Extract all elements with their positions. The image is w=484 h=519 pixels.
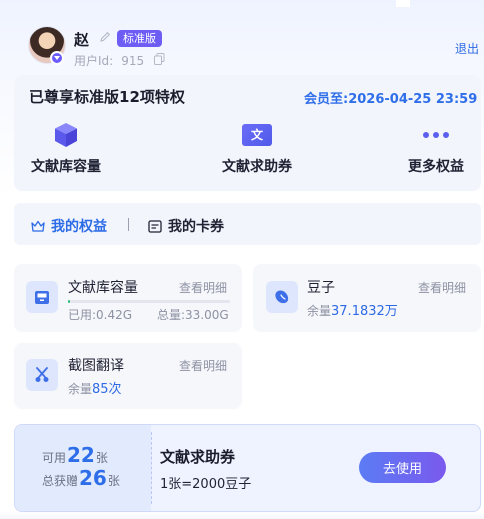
copy-icon[interactable] xyxy=(154,53,165,65)
bean-icon xyxy=(266,281,298,313)
user-id-label: 用户Id: xyxy=(74,54,114,68)
cube-icon xyxy=(55,123,77,147)
username: 赵 xyxy=(74,31,90,49)
coupon-description: 1张=2000豆子 xyxy=(160,477,252,492)
doc-coupon-icon: 文 xyxy=(242,124,272,146)
benefit-title: 截图翻译 xyxy=(68,358,124,374)
coupon-available: 可用22张 xyxy=(42,443,108,467)
privilege-doc-coupon[interactable]: 文 文献求助券 xyxy=(217,120,297,176)
coupon-gifted-value: 26 xyxy=(79,466,107,490)
privilege-label: 更多权益 xyxy=(408,159,464,175)
scissors-icon xyxy=(26,359,58,391)
more-dots-icon xyxy=(423,132,449,138)
view-detail-link-screenshot[interactable]: 查看明细 xyxy=(179,357,227,374)
library-used: 已用:0.42G xyxy=(68,308,133,322)
tab-label: 我的卡券 xyxy=(168,219,224,235)
coupon-available-value: 22 xyxy=(67,443,95,467)
coupon-gifted: 总获赠26张 xyxy=(42,466,120,490)
coupon-perforation xyxy=(151,432,152,504)
coupon-title: 文献求助券 xyxy=(160,448,236,466)
crown-icon xyxy=(31,220,45,232)
tab-my-benefits[interactable]: 我的权益 xyxy=(31,216,107,236)
tab-my-coupons[interactable]: 我的卡券 xyxy=(148,216,224,236)
benefit-title: 豆子 xyxy=(307,280,335,296)
coupon-gifted-unit: 张 xyxy=(107,474,120,488)
tab-label: 我的权益 xyxy=(51,219,107,235)
popover-caret xyxy=(396,0,410,7)
membership-expiry: 会员至:2026-04-25 23:59 xyxy=(304,92,478,107)
use-coupon-button[interactable]: 去使用 xyxy=(359,452,446,483)
coupon-available-unit: 张 xyxy=(95,451,108,465)
privilege-title: 已尊享标准版12项特权 xyxy=(29,88,185,106)
privilege-library-capacity[interactable]: 文献库容量 xyxy=(28,120,104,176)
beans-balance: 余量37.1832万 xyxy=(307,300,398,319)
user-id-value: 915 xyxy=(121,54,145,68)
edit-pencil-icon[interactable] xyxy=(98,30,112,44)
beans-balance-value: 37.1832万 xyxy=(331,304,398,319)
plan-badge: 标准版 xyxy=(117,30,162,47)
benefit-title: 文献库容量 xyxy=(68,280,138,296)
privilege-label: 文献库容量 xyxy=(31,159,101,175)
library-usage-fill xyxy=(68,300,71,303)
beans-balance-label: 余量 xyxy=(307,304,332,318)
privilege-more[interactable]: 更多权益 xyxy=(405,120,467,176)
screenshot-balance-label: 余量 xyxy=(68,382,93,396)
coupon-gifted-label: 总获赠 xyxy=(42,474,79,488)
privilege-label: 文献求助券 xyxy=(222,159,292,175)
library-usage-bar xyxy=(68,300,230,303)
library-total: 总量:33.00G xyxy=(157,308,229,322)
coupon-available-label: 可用 xyxy=(42,451,67,465)
screenshot-balance-value: 85次 xyxy=(92,382,122,397)
view-detail-link-beans[interactable]: 查看明细 xyxy=(418,279,466,296)
view-detail-link-library[interactable]: 查看明细 xyxy=(179,279,227,296)
card-icon xyxy=(148,219,162,233)
bottom-fade xyxy=(0,512,484,519)
tab-divider xyxy=(128,218,129,231)
logout-link[interactable]: 退出 xyxy=(455,40,479,57)
inbox-tray-icon xyxy=(26,281,58,313)
vip-diamond-icon xyxy=(50,51,64,65)
screenshot-balance: 余量85次 xyxy=(68,378,122,397)
user-id: 用户Id: 915 xyxy=(74,52,144,69)
